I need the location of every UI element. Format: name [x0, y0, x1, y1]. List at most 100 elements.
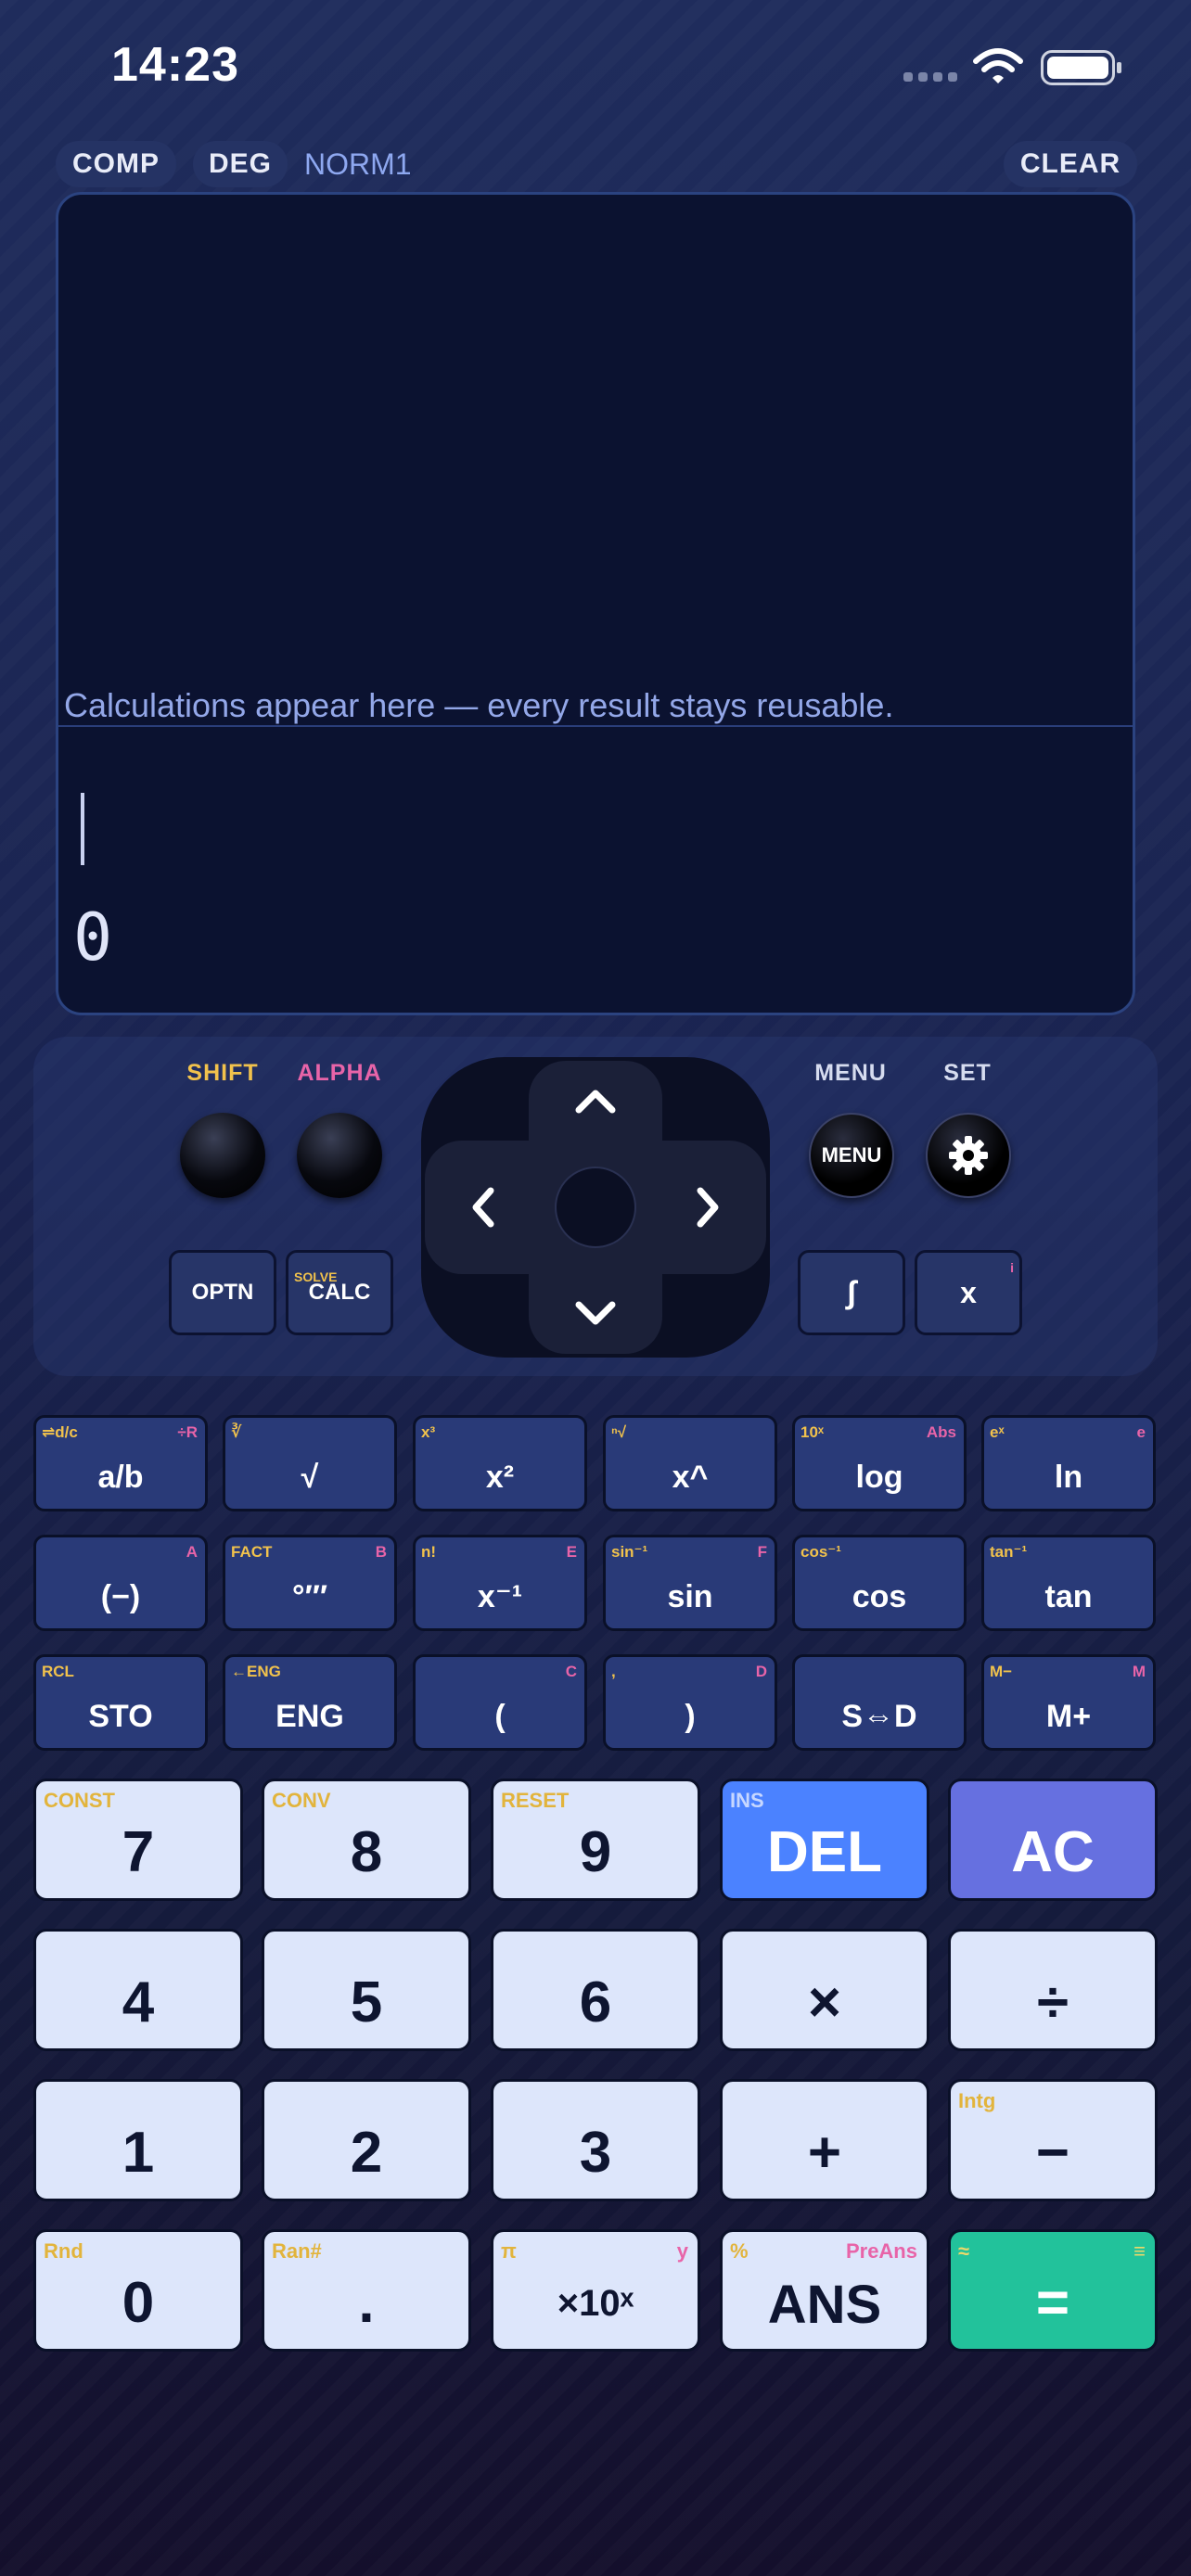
ans-key[interactable]: % PreAns ANS [720, 2229, 929, 2352]
key-alpha-label: A [186, 1543, 198, 1561]
key-label: M+ [1045, 1699, 1092, 1734]
key-label: log [855, 1460, 903, 1495]
digit-9-key[interactable]: RESET 9 [491, 1779, 700, 1901]
digit-2-key[interactable]: 2 [262, 2079, 471, 2201]
set-label: SET [943, 1060, 992, 1086]
key-alpha-label: ÷R [177, 1423, 198, 1441]
key-alpha-label: E [566, 1543, 577, 1561]
angle-unit-chip[interactable]: DEG [193, 141, 288, 187]
sto-key[interactable]: RCL STO [33, 1654, 208, 1751]
key-shift-label: , [611, 1663, 616, 1680]
key-alpha-label: M [1132, 1663, 1146, 1680]
key-label: ×10ˣ [557, 2283, 634, 2324]
key-label: 1 [122, 2121, 155, 2185]
fraction-key[interactable]: ⇌d/c ÷R a/b [33, 1415, 208, 1511]
arrow-up-icon[interactable] [568, 1072, 623, 1128]
digit-5-key[interactable]: 5 [262, 1929, 471, 2051]
close-paren-key[interactable]: , D ) [603, 1654, 777, 1751]
reciprocal-key[interactable]: n! E x⁻¹ [413, 1535, 587, 1631]
key-label: ( [494, 1699, 506, 1734]
cos-key[interactable]: cos⁻¹ cos [792, 1535, 967, 1631]
decimal-point-key[interactable]: Ran# . [262, 2229, 471, 2352]
input-cursor[interactable] [81, 793, 84, 865]
digit-1-key[interactable]: 1 [33, 2079, 243, 2201]
open-paren-key[interactable]: C ( [413, 1654, 587, 1751]
x-variable-button[interactable]: i x [915, 1250, 1022, 1335]
power-key[interactable]: ⁿ√ x^ [603, 1415, 777, 1511]
key-shift-label: Rnd [44, 2239, 83, 2263]
key-label: ÷ [1036, 1970, 1069, 2034]
log-key[interactable]: 10ˣ Abs log [792, 1415, 967, 1511]
display-format-label: NORM1 [304, 147, 412, 181]
optn-button[interactable]: OPTN [169, 1250, 276, 1335]
key-shift-label: sin⁻¹ [611, 1543, 648, 1561]
integral-button[interactable]: ∫ [798, 1250, 905, 1335]
key-shift-label: Ran# [272, 2239, 322, 2263]
mode-comp-chip[interactable]: COMP [56, 141, 176, 187]
key-alpha-label: ≡ [1133, 2239, 1146, 2263]
clear-history-button[interactable]: CLEAR [1004, 141, 1137, 187]
s-to-d-key[interactable]: S⇔D [792, 1654, 967, 1751]
key-label: x⁻¹ [477, 1579, 523, 1614]
sqrt-key[interactable]: ∛ √ [223, 1415, 397, 1511]
square-key[interactable]: x³ x² [413, 1415, 587, 1511]
tan-key[interactable]: tan⁻¹ tan [981, 1535, 1156, 1631]
result-value: 0 [73, 899, 113, 976]
delete-key[interactable]: INS DEL [720, 1779, 929, 1901]
equals-key[interactable]: ≈ ≡ = [948, 2229, 1158, 2352]
alpha-button[interactable] [297, 1113, 382, 1198]
calc-button[interactable]: SOLVE CALC [286, 1250, 393, 1335]
key-label: 9 [579, 1820, 612, 1884]
key-label: sin [667, 1579, 713, 1614]
key-label: cos [852, 1579, 907, 1614]
minus-key[interactable]: Intg − [948, 2079, 1158, 2201]
key-shift-label: FACT [231, 1543, 273, 1561]
divide-key[interactable]: ÷ [948, 1929, 1158, 2051]
key-shift-label: ≈ [958, 2239, 970, 2263]
m-plus-key[interactable]: M− M M+ [981, 1654, 1156, 1751]
arrow-left-icon[interactable] [455, 1180, 510, 1235]
menu-button[interactable]: MENU [809, 1113, 894, 1198]
digit-7-key[interactable]: CONST 7 [33, 1779, 243, 1901]
shift-button[interactable] [180, 1113, 265, 1198]
digit-8-key[interactable]: CONV 8 [262, 1779, 471, 1901]
arrow-right-icon[interactable] [681, 1180, 736, 1235]
key-shift-label: eˣ [990, 1423, 1005, 1441]
negate-key[interactable]: A (−) [33, 1535, 208, 1631]
key-shift-label: ⁿ√ [611, 1423, 627, 1441]
exponent-key[interactable]: π y ×10ˣ [491, 2229, 700, 2352]
key-shift-label: RCL [42, 1663, 74, 1680]
key-label: 7 [122, 1820, 155, 1884]
ln-key[interactable]: eˣ e ln [981, 1415, 1156, 1511]
settings-button[interactable] [926, 1113, 1011, 1198]
eng-key[interactable]: ←ENG ENG [223, 1654, 397, 1751]
battery-icon [1041, 50, 1121, 85]
arrow-down-icon[interactable] [568, 1287, 623, 1343]
cellular-signal-icon [903, 72, 957, 82]
digit-4-key[interactable]: 4 [33, 1929, 243, 2051]
key-alpha-label: y [676, 2239, 688, 2263]
key-shift-label: M− [990, 1663, 1013, 1680]
sin-key[interactable]: sin⁻¹ F sin [603, 1535, 777, 1631]
plus-key[interactable]: + [720, 2079, 929, 2201]
all-clear-key[interactable]: AC [948, 1779, 1158, 1901]
digit-3-key[interactable]: 3 [491, 2079, 700, 2201]
key-alpha-label: e [1136, 1423, 1146, 1441]
key-label: √ [301, 1460, 319, 1495]
key-shift-label: CONV [272, 1789, 331, 1812]
key-label: 4 [122, 1970, 155, 2034]
key-label: 0 [122, 2271, 155, 2335]
wifi-icon [973, 48, 1023, 83]
degrees-key[interactable]: FACT B °′″ [223, 1535, 397, 1631]
optn-label: OPTN [191, 1280, 254, 1305]
multiply-key[interactable]: × [720, 1929, 929, 2051]
key-shift-label: cos⁻¹ [800, 1543, 841, 1561]
digit-6-key[interactable]: 6 [491, 1929, 700, 2051]
dpad-center-button[interactable] [555, 1167, 636, 1248]
digit-0-key[interactable]: Rnd 0 [33, 2229, 243, 2352]
key-label: . [358, 2271, 375, 2335]
key-label: ln [1054, 1460, 1083, 1495]
key-label: S⇔D [841, 1699, 917, 1734]
key-shift-label: ∛ [231, 1423, 242, 1441]
key-label: 5 [350, 1970, 383, 2034]
